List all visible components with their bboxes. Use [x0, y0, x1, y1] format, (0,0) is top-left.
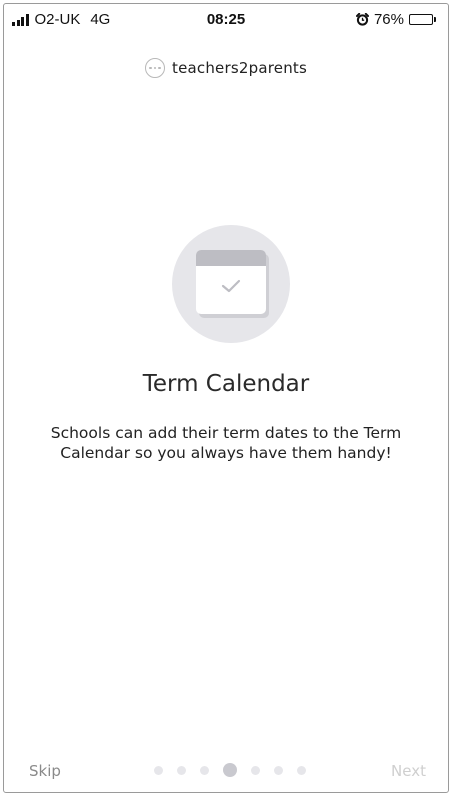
page-dot: [154, 765, 163, 775]
alarm-icon: [355, 13, 369, 26]
page-dot: [274, 765, 283, 775]
page-dot: [177, 765, 186, 775]
page-dot: [251, 765, 260, 775]
calendar-check-icon: [196, 250, 266, 314]
page-dot: [297, 765, 306, 775]
skip-button[interactable]: Skip: [29, 762, 61, 780]
phone-screen: O2-UK 4G 08:25 76% teachers2parents Term…: [3, 3, 449, 793]
page-indicator: [154, 763, 306, 777]
brand-name: teachers2parents: [172, 59, 307, 77]
page-dot-active: [223, 763, 237, 777]
battery-icon: [409, 14, 436, 25]
page-dot: [200, 765, 209, 775]
next-button[interactable]: Next: [391, 762, 426, 780]
status-right: 76%: [355, 11, 436, 28]
feature-illustration: [172, 225, 290, 343]
battery-percent: 76%: [373, 11, 404, 28]
status-bar: O2-UK 4G 08:25 76%: [4, 4, 448, 34]
onboarding-nav: Skip Next: [4, 760, 448, 786]
feature-title: Term Calendar: [142, 371, 310, 397]
ellipsis-circle-icon: [145, 58, 165, 78]
app-brand: teachers2parents: [4, 58, 448, 78]
feature-description: Schools can add their term dates to the …: [50, 424, 402, 462]
